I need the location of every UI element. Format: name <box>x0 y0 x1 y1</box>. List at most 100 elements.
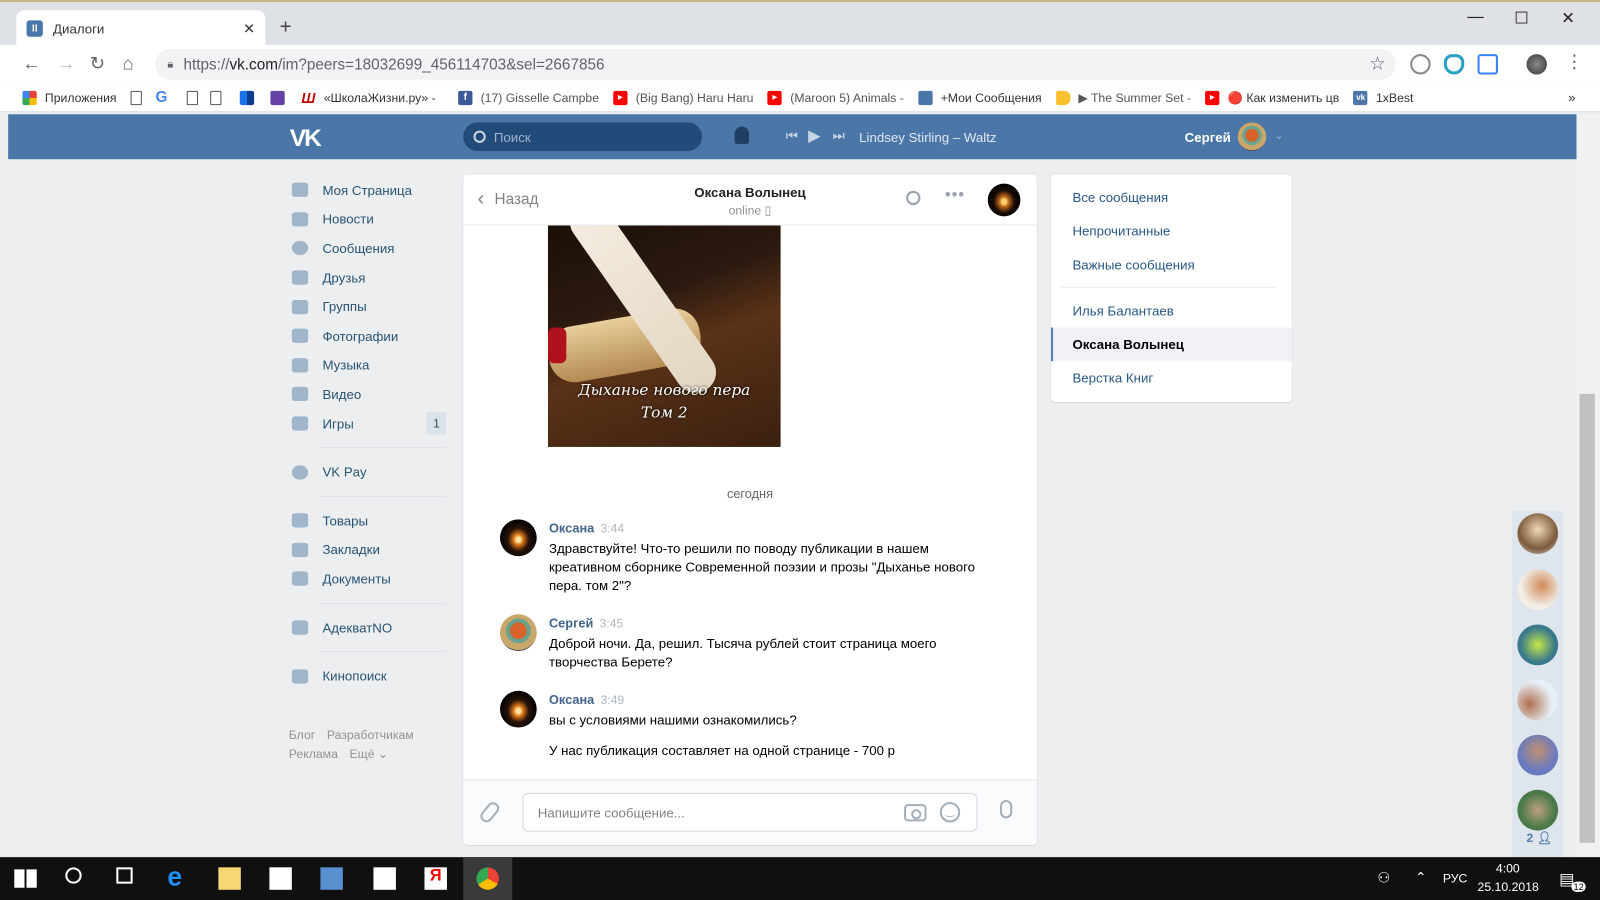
camera-icon[interactable] <box>904 804 927 822</box>
bookmark-my-messages[interactable]: +Мои Сообщения <box>918 90 1042 105</box>
back-arrow-icon[interactable]: ← <box>22 53 40 74</box>
bars-icon[interactable] <box>240 90 255 105</box>
message-time[interactable]: 3:44 <box>600 521 624 535</box>
sidebar-item[interactable]: Музыка <box>289 351 452 380</box>
message-author[interactable]: Оксана <box>549 521 594 535</box>
clock-time[interactable]: 4:00 <box>1496 861 1520 875</box>
language-indicator[interactable]: РУС <box>1443 871 1468 885</box>
task-view-icon[interactable] <box>116 867 133 884</box>
extension-icon[interactable] <box>1443 54 1465 75</box>
dialog-tab[interactable]: Верстка Книг <box>1051 361 1292 395</box>
chevron-down-icon[interactable]: ⌄ <box>1274 129 1283 142</box>
sidebar-item[interactable]: Моя Страница <box>289 176 452 205</box>
bookmark-summer-set[interactable]: ▶ The Summer Set - <box>1055 90 1191 105</box>
dialog-tab[interactable]: Илья Балантаев <box>1051 294 1292 328</box>
bookmark-maroon5[interactable]: ▸ (Maroon 5) Animals - <box>767 90 904 105</box>
file-explorer-icon[interactable] <box>218 867 241 890</box>
edge-icon[interactable]: e <box>167 861 189 892</box>
sidebar-item[interactable]: Фотографии <box>289 321 452 350</box>
store-icon[interactable] <box>269 867 292 890</box>
maximize-button[interactable]: ☐ <box>1514 8 1529 28</box>
play-icon[interactable]: ▶ <box>808 126 821 146</box>
message-input[interactable]: Напишите сообщение... ‿ <box>522 792 978 832</box>
bookmark-shkola[interactable]: Ш «ШколаЖизни.ру» - <box>301 89 435 105</box>
yandex-browser-icon[interactable]: Я <box>424 867 447 890</box>
mail-icon[interactable] <box>373 867 396 890</box>
profile-avatar[interactable] <box>1526 54 1547 75</box>
filter-important[interactable]: Важные сообщения <box>1051 248 1292 282</box>
next-track-icon[interactable]: ⏭ <box>833 128 845 144</box>
minimize-button[interactable]: — <box>1467 8 1483 26</box>
sidebar-item[interactable]: Кинопоиск <box>289 662 452 691</box>
bookmark-bigbang[interactable]: ▸ (Big Bang) Haru Haru <box>613 90 754 105</box>
sidebar-item[interactable]: Товары <box>289 506 452 535</box>
bookmark-facebook[interactable]: f (17) Gisselle Campbe <box>458 90 599 105</box>
author-avatar[interactable] <box>499 690 537 728</box>
windows-start-icon[interactable] <box>14 869 37 888</box>
message-time[interactable]: 3:49 <box>600 693 624 707</box>
twitch-icon[interactable] <box>270 90 285 105</box>
friend-avatar[interactable] <box>1517 734 1559 776</box>
ads-link[interactable]: Реклама <box>289 747 338 761</box>
attached-photo[interactable]: Дыханье нового пера Том 2 <box>547 225 781 447</box>
developers-link[interactable]: Разработчикам <box>327 727 414 741</box>
more-link[interactable]: Ещё ⌄ <box>349 747 388 761</box>
search-icon[interactable] <box>65 867 82 884</box>
sidebar-item[interactable]: АдекватNO <box>289 613 452 642</box>
current-track[interactable]: Lindsey Stirling – Waltz <box>859 130 996 145</box>
sidebar-item[interactable]: Документы <box>289 564 452 593</box>
friend-avatar[interactable] <box>1517 789 1559 831</box>
filter-unread[interactable]: Непрочитанные <box>1051 214 1292 248</box>
home-icon[interactable]: ⌂ <box>122 53 133 74</box>
friend-avatar[interactable] <box>1517 679 1559 721</box>
google-icon[interactable]: G <box>154 89 168 106</box>
vpn-globe-icon[interactable] <box>1410 54 1431 75</box>
sidebar-item[interactable]: Видео <box>289 380 452 409</box>
address-bar[interactable]: 🔒︎ https://vk.com/im?peers=18032699_4561… <box>155 48 1396 80</box>
bookmark-star-icon[interactable]: ☆ <box>1369 53 1385 74</box>
reload-icon[interactable]: ↻ <box>90 53 105 74</box>
bookmark-change-color[interactable]: ▸ 🔴 Как изменить цв <box>1205 90 1339 105</box>
sidebar-item[interactable]: VK Pay <box>289 457 452 486</box>
file-icon[interactable] <box>186 90 199 105</box>
file-icon[interactable] <box>130 90 143 105</box>
code-extension-icon[interactable] <box>1477 54 1498 75</box>
friend-avatar[interactable] <box>1517 569 1559 611</box>
friends-count[interactable]: 2 👤︎ <box>1527 831 1553 845</box>
more-icon[interactable]: ••• <box>945 187 965 205</box>
forward-arrow-icon[interactable]: → <box>57 53 75 74</box>
bookmark-1xbest[interactable]: vk 1xBest <box>1353 90 1413 105</box>
sidebar-item[interactable]: Друзья <box>289 263 452 292</box>
audio-app-icon[interactable] <box>320 867 343 890</box>
message-author[interactable]: Сергей <box>549 616 593 630</box>
peer-avatar[interactable] <box>987 183 1021 217</box>
previous-track-icon[interactable]: ⏮ <box>786 128 798 144</box>
file-icon[interactable] <box>210 90 222 105</box>
attach-paperclip-icon[interactable] <box>477 799 502 825</box>
blog-link[interactable]: Блог <box>289 727 315 741</box>
emoji-smile-icon[interactable]: ‿ <box>939 802 961 823</box>
new-tab-button[interactable]: + <box>280 16 292 39</box>
author-avatar[interactable] <box>499 519 537 557</box>
microphone-icon[interactable] <box>999 799 1013 819</box>
browser-tab[interactable]: II Диалоги ✕ <box>16 10 266 47</box>
people-icon[interactable]: ⚇ <box>1378 869 1391 886</box>
friend-avatar[interactable] <box>1517 513 1559 555</box>
page-scrollbar[interactable] <box>1576 114 1600 858</box>
bookmark-apps[interactable]: Приложения <box>22 90 117 105</box>
user-avatar[interactable] <box>1237 122 1267 152</box>
chevron-up-icon[interactable]: ⌃ <box>1415 869 1426 885</box>
sidebar-item[interactable]: Закладки <box>289 535 452 564</box>
clock-date[interactable]: 25.10.2018 <box>1478 880 1539 894</box>
sidebar-item[interactable]: Игры 1 <box>289 409 452 438</box>
sidebar-item[interactable]: Сообщения <box>289 234 452 263</box>
vk-logo[interactable]: VK <box>290 124 322 153</box>
sidebar-item[interactable]: Группы <box>289 292 452 321</box>
user-name[interactable]: Сергей <box>1185 130 1231 145</box>
author-avatar[interactable] <box>499 614 537 652</box>
dialog-tab-active[interactable]: Оксана Волынец <box>1051 327 1292 362</box>
friend-avatar[interactable] <box>1517 624 1559 666</box>
scrollbar-thumb[interactable] <box>1579 393 1595 843</box>
chrome-icon[interactable] <box>476 867 499 890</box>
notifications-bell-icon[interactable] <box>734 126 749 144</box>
